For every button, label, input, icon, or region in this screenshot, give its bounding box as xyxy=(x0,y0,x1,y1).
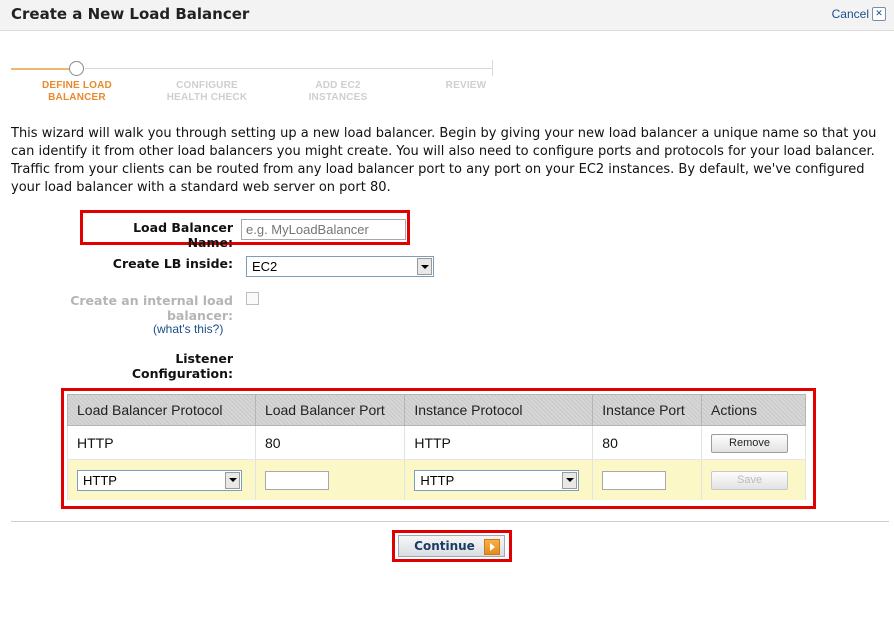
save-button[interactable]: Save xyxy=(711,471,789,490)
instance-port-cell: 80 xyxy=(592,425,703,460)
new-lb-protocol-cell: HTTP xyxy=(67,459,256,500)
close-icon[interactable]: ✕ xyxy=(872,7,886,21)
step-configure-health-check: CONFIGURE HEALTH CHECK xyxy=(166,80,248,103)
current-step-marker xyxy=(69,61,84,76)
step-add-ec2-instances: ADD EC2 INSTANCES xyxy=(308,80,368,103)
load-balancer-name-label: Load Balancer Name: xyxy=(133,220,233,250)
step-define-load-balancer: DEFINE LOAD BALANCER xyxy=(42,80,112,103)
dialog-header: Create a New Load Balancer Cancel ✕ xyxy=(0,0,894,31)
new-instance-port-input[interactable] xyxy=(602,470,667,490)
lb-port-cell: 80 xyxy=(254,425,406,460)
chevron-down-icon[interactable] xyxy=(417,258,432,275)
cancel-label: Cancel xyxy=(831,7,869,21)
progress-track-end xyxy=(492,60,493,76)
chevron-down-icon[interactable] xyxy=(225,471,240,489)
chevron-down-icon[interactable] xyxy=(562,471,578,489)
new-instance-protocol-cell: HTTP xyxy=(404,459,594,500)
internal-load-balancer-checkbox[interactable] xyxy=(246,292,259,305)
progress-track xyxy=(85,68,493,69)
dialog-title: Create a New Load Balancer xyxy=(11,5,250,23)
remove-button[interactable]: Remove xyxy=(711,433,789,453)
progress-track-done xyxy=(11,68,69,70)
arrow-right-icon xyxy=(484,539,500,555)
wizard-progress: DEFINE LOAD BALANCER CONFIGURE HEALTH CHEC… xyxy=(0,56,520,116)
create-lb-inside-label: Create LB inside: xyxy=(112,256,233,271)
column-header: Load Balancer Port xyxy=(254,394,406,426)
instance-protocol-cell: HTTP xyxy=(404,425,594,460)
new-lb-port-cell xyxy=(254,459,406,500)
lb-protocol-cell: HTTP xyxy=(67,425,256,460)
new-lb-protocol-select[interactable]: HTTP xyxy=(77,469,242,491)
new-instance-protocol-select[interactable]: HTTP xyxy=(414,469,580,491)
column-header: Instance Protocol xyxy=(404,394,594,426)
table-header-row: Load Balancer Protocol Load Balancer Por… xyxy=(67,394,806,426)
load-balancer-name-input[interactable] xyxy=(241,219,406,240)
new-actions-cell: Save xyxy=(701,459,806,500)
table-row: HTTP 80 HTTP 80 Remove xyxy=(67,425,806,460)
new-instance-port-cell xyxy=(592,459,703,500)
step-review: REVIEW xyxy=(445,80,487,91)
continue-button[interactable]: Continue xyxy=(398,535,505,557)
create-lb-inside-select[interactable]: EC2 xyxy=(246,256,434,277)
footer-divider xyxy=(11,521,889,522)
table-row-new-listener: HTTP HTTP Save xyxy=(67,459,806,500)
column-header: Instance Port xyxy=(592,394,703,426)
column-header: Actions xyxy=(701,394,806,426)
column-header: Load Balancer Protocol xyxy=(67,394,256,426)
listener-configuration-label: Listener Configuration: xyxy=(131,351,233,381)
intro-text: This wizard will walk you through settin… xyxy=(11,126,877,195)
whats-this-link[interactable]: (what's this?) xyxy=(153,322,223,336)
internal-load-balancer-label: Create an internal load balancer: xyxy=(70,293,233,323)
actions-cell: Remove xyxy=(701,425,806,460)
create-lb-inside-value: EC2 xyxy=(252,259,278,274)
new-lb-port-input[interactable] xyxy=(264,470,329,490)
listeners-table: Load Balancer Protocol Load Balancer Por… xyxy=(67,394,806,500)
cancel-link[interactable]: Cancel ✕ xyxy=(832,7,886,21)
